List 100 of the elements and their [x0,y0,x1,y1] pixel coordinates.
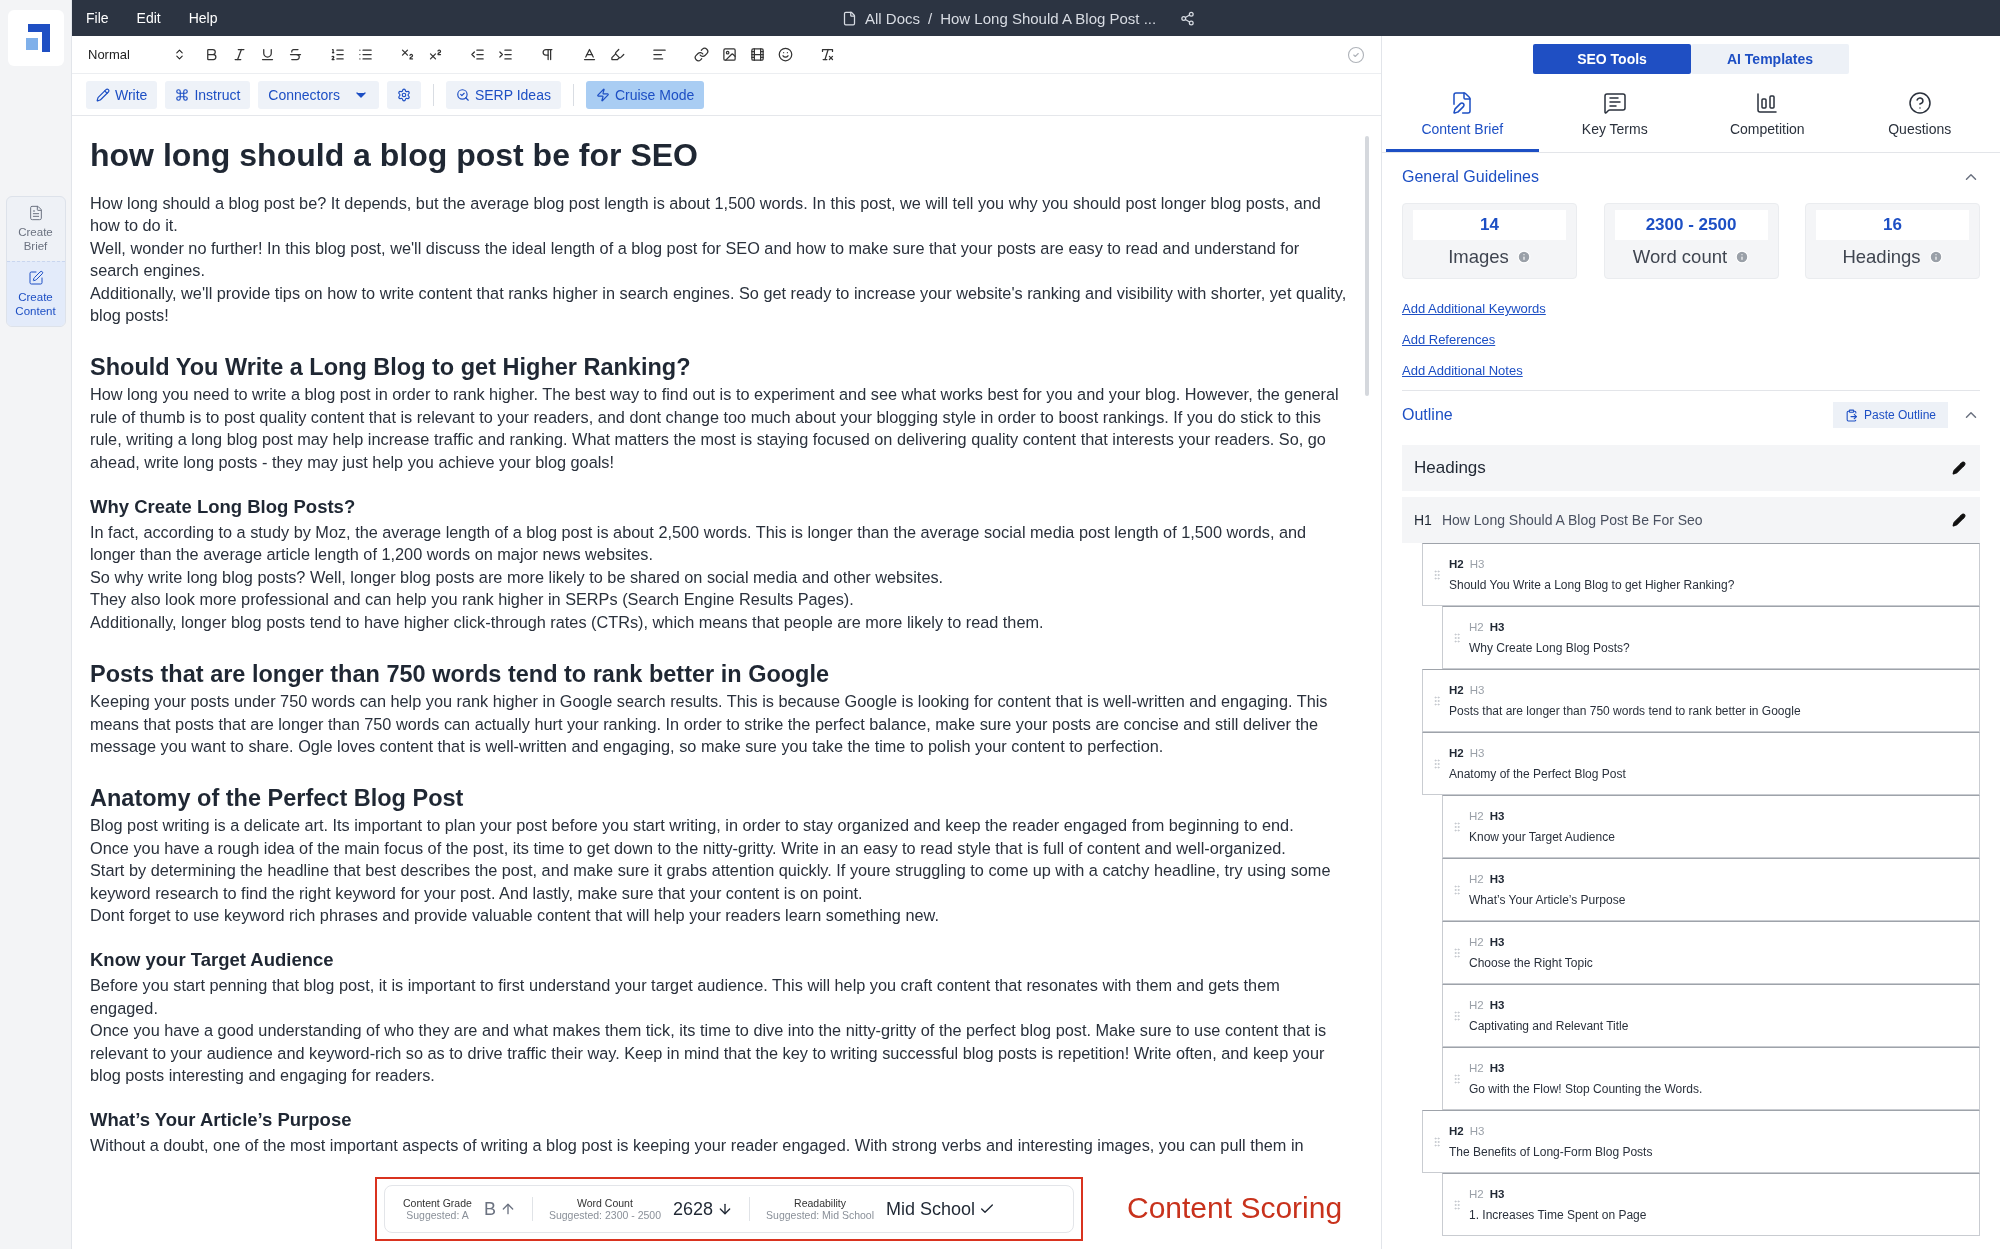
score-suggestion: Suggested: Mid School [766,1209,875,1221]
outline-item[interactable]: H2 H3 Captivating and Relevant Title [1442,984,1980,1047]
stat-label: Images [1448,246,1509,268]
stat-label: Word count [1632,246,1728,268]
outline-item[interactable]: H2 H3 The Benefits of Long-Form Blog Posts [1422,1110,1980,1173]
heading-level-tag[interactable]: H2 [1449,1124,1464,1137]
paragraph: Before you start penning that blog post, it is important to first understand your target audience. This will help you craft content that resonates with them and gets them engaged. [90,975,1281,1019]
pencil-icon [96,87,110,102]
heading-level-tag[interactable]: H3 [1489,872,1505,885]
panel-tab[interactable]: Questions [1843,90,1996,152]
headings-label: Headings [1414,458,1486,478]
outline-text: Posts that are longer than 750 words tend to rank better in Google [1449,703,1801,718]
drag-handle-icon[interactable] [1451,1072,1463,1085]
outline-item[interactable]: H2 H3 Should You Write a Long Blog to get Higher Ranking? [1422,543,1980,606]
toolbar-button[interactable]: SERP Ideas [445,80,561,109]
panel-tab[interactable]: Key Terms [1538,90,1691,152]
info-icon[interactable] [1928,250,1943,264]
paragraph: In fact, according to a study by Moz, the average length of a blog post is about 2,500 words. This is longer than the average social media post length of 1,500 words, and longer than the average article length of 1,200 words on major news websites. [90,522,1308,566]
heading-level-tag[interactable]: H2 [1449,746,1464,759]
sidebar-item[interactable]: Create Content [6,261,65,326]
mode-tab[interactable]: SEO Tools [1533,44,1691,74]
heading-level-tag: H1 [1414,512,1432,528]
subsection-heading: Know your Target Audience [90,948,335,973]
annotation-label: Content Scoring [1127,1191,1343,1225]
info-icon[interactable] [1735,250,1750,264]
section-title: Outline [1402,406,1453,424]
stat-value: 16 [1816,210,1969,240]
score-value: Mid School [886,1198,976,1220]
outline-text: Why Create Long Blog Posts? [1469,640,1630,655]
drag-handle-icon[interactable] [1431,568,1443,581]
menu-item[interactable]: Edit [136,10,161,26]
pencil-icon[interactable] [1952,513,1966,527]
section-heading: Should You Write a Long Blog to get Higher Ranking? [90,353,692,383]
toolbar-button[interactable]: Instruct [165,80,251,109]
question-icon [1907,91,1932,115]
settings-button[interactable] [386,80,421,109]
outline-text: Captivating and Relevant Title [1469,1018,1629,1033]
outline-item[interactable]: H2 H3 Posts that are longer than 750 words tend to rank better in Google [1422,669,1980,732]
settings-icon [396,87,411,102]
panel-tab[interactable]: Content Brief [1386,90,1539,152]
outline-item[interactable]: H2 H3 Go with the Flow! Stop Counting the Words. [1442,1047,1980,1110]
pencil-icon[interactable] [1952,461,1966,475]
panel-tab[interactable]: Competition [1691,90,1844,152]
drag-handle-icon[interactable] [1451,631,1463,644]
heading-level-tag[interactable]: H3 [1489,935,1505,948]
heading-level-tag[interactable]: H3 [1489,809,1505,822]
heading-level-tag[interactable]: H3 [1489,1061,1505,1074]
command-icon [175,87,190,102]
link[interactable]: Add Additional Keywords [1402,301,1546,316]
paragraph: How long you need to write a blog post in order to rank higher. The best way to find out is to experiment and see what works best for you and your blog. However, the general rule of thumb is to post quality content that is relevant to your readers, and dont change too much about your blogging style in order to boost rankings. If you do stick to this rule, writing a long blog post may help increase traffic and ranking. What matters the most is staying focused on delivering quality content that interests your readers. So, go ahead, write long posts - they may just help you achieve your blog goals! [90,384,1340,473]
sidebar-item[interactable]: Create Brief [6,197,65,261]
drag-handle-icon[interactable] [1451,820,1463,833]
outline-item[interactable]: H2 H3 Know your Target Audience [1442,795,1980,858]
lightning-icon [595,87,610,102]
heading-text: How Long Should A Blog Post Be For Seo [1441,512,1703,528]
outline-text: Choose the Right Topic [1469,955,1593,970]
document-title: How Long Should A Blog Post ... [940,9,1157,27]
document-heading: how long should a blog post be for SEO [90,136,699,174]
paragraph: So why write long blog posts? Well, longer blog posts are more likely to be shared on social media and other websites. [90,566,945,588]
drag-handle-icon[interactable] [1451,946,1463,959]
drag-handle-icon[interactable] [1431,694,1443,707]
outline-item[interactable]: H2 H3 What’s Your Article’s Purpose [1442,858,1980,921]
paste-outline-button[interactable]: Paste Outline [1832,402,1948,428]
outline-text: Go with the Flow! Stop Counting the Words. [1469,1081,1703,1096]
link[interactable]: Add References [1402,332,1496,347]
drag-handle-icon[interactable] [1451,1009,1463,1022]
scrollbar[interactable] [1365,136,1369,396]
mode-tab[interactable]: AI Templates [1691,44,1849,74]
heading-level-tag[interactable]: H2 [1449,683,1464,696]
heading-level-tag[interactable]: H3 [1489,620,1505,633]
paragraph: Well, wonder no further! In this blog post, we'll discuss the ideal length of a blog post for SEO and how to make sure that your posts are easy to read and understand for search engines. [90,237,1301,282]
toolbar-button[interactable]: Write [86,80,158,109]
search-icon [455,87,470,102]
drag-handle-icon[interactable] [1451,883,1463,896]
link[interactable]: Add Additional Notes [1402,363,1523,378]
outline-item[interactable]: H2 H3 1. Increases Time Spent on Page [1442,1173,1980,1236]
outline-text: Should You Write a Long Blog to get Higher Ranking? [1449,577,1735,592]
share-icon[interactable] [1180,10,1196,26]
toolbar-button[interactable]: Cruise Mode [585,80,705,109]
heading-level-tag[interactable]: H3 [1489,1187,1505,1200]
score-label: Content Grade [403,1197,472,1209]
stat-label: Headings [1842,246,1921,268]
score-value: B [483,1198,496,1220]
toolbar-button[interactable]: Connectors [258,80,379,109]
breadcrumb-link[interactable]: All Docs [865,9,920,27]
check-circle-icon[interactable] [1347,45,1365,64]
heading-level-tag[interactable]: H3 [1489,998,1505,1011]
heading-level-tag[interactable]: H2 [1449,557,1464,570]
info-icon[interactable] [1516,250,1531,264]
drag-handle-icon[interactable] [1431,757,1443,770]
menu-item[interactable]: Help [188,10,218,26]
drag-handle-icon[interactable] [1431,1135,1443,1148]
chat-icon [1602,91,1627,115]
outline-item[interactable]: H2 H3 Choose the Right Topic [1442,921,1980,984]
style-select[interactable]: Normal [88,47,186,62]
outline-item[interactable]: H2 H3 Why Create Long Blog Posts? [1442,606,1980,669]
score-suggestion: Suggested: A [406,1209,469,1221]
outline-item[interactable]: H2 H3 Anatomy of the Perfect Blog Post [1422,732,1980,795]
drag-handle-icon[interactable] [1451,1198,1463,1211]
menu-item[interactable]: File [86,10,109,26]
